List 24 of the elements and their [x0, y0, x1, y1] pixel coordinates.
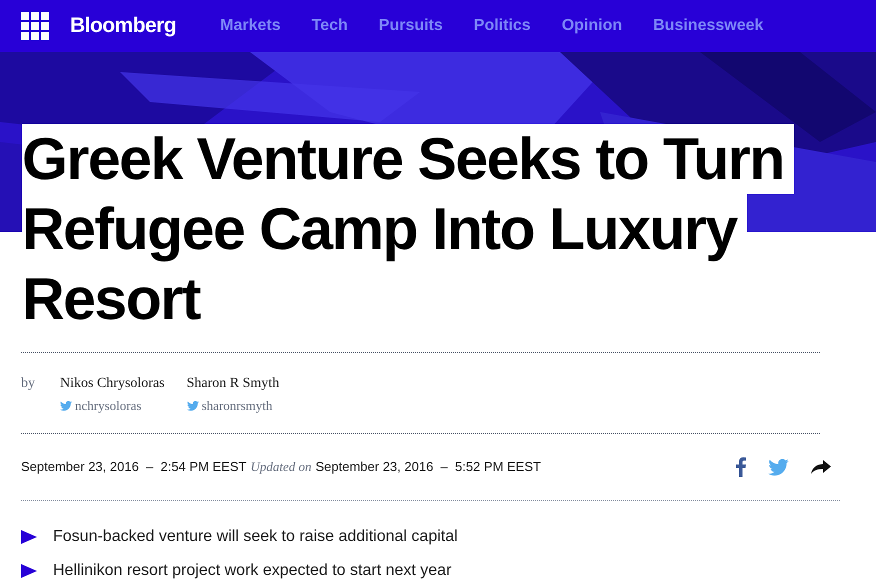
facebook-icon[interactable] [736, 457, 746, 477]
author-handle[interactable]: nchrysoloras [75, 396, 142, 416]
triangle-bullet-icon [21, 530, 37, 544]
nav-link[interactable]: Opinion [562, 14, 622, 38]
brand-logo[interactable]: Bloomberg [70, 10, 176, 42]
updated-label: Updated on [250, 458, 312, 476]
publish-date: September 23, 2016 – 2:54 PM EEST [21, 458, 246, 476]
author-name[interactable]: Nikos Chrysoloras [60, 373, 165, 394]
grid-menu-icon[interactable] [21, 12, 49, 40]
updated-date: September 23, 2016 – 5:52 PM EEST [316, 458, 541, 476]
summary-point: Hellinikon resort project work expected to start next year [53, 561, 452, 581]
share-arrow-icon[interactable] [811, 460, 831, 474]
author-name[interactable]: Sharon R Smyth [186, 373, 280, 394]
nav-link[interactable]: Pursuits [378, 14, 443, 38]
nav-link[interactable]: Politics [474, 14, 531, 38]
nav-link[interactable]: Tech [312, 14, 348, 38]
triangle-bullet-icon [21, 564, 37, 578]
nav-link[interactable]: Businessweek [653, 14, 764, 38]
byline-prefix: by [21, 375, 36, 393]
nav-link[interactable]: Markets [220, 14, 281, 38]
summary-point: Fosun-backed venture will seek to raise additional capital [53, 527, 458, 547]
author-handle[interactable]: sharonrsmyth [202, 396, 272, 416]
twitter-bird-icon [60, 400, 72, 411]
twitter-bird-icon [186, 400, 199, 411]
